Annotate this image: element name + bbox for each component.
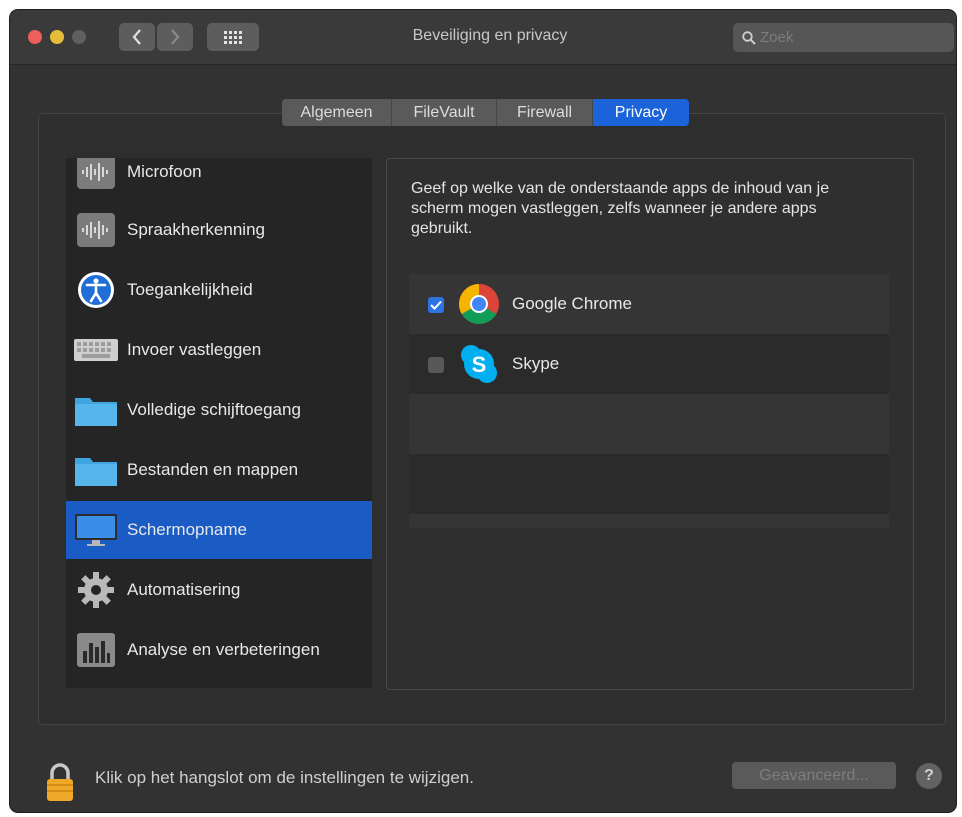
- sidebar-item-label: Invoer vastleggen: [127, 340, 262, 359]
- app-name: Skype: [512, 354, 560, 373]
- app-name: Google Chrome: [512, 294, 633, 313]
- folder-icon: [74, 448, 118, 492]
- svg-text:S: S: [472, 352, 487, 377]
- display-icon: [74, 508, 118, 552]
- show-all-button[interactable]: [207, 23, 259, 51]
- advanced-button[interactable]: Geavanceerd...: [732, 762, 896, 789]
- speech-recognition-icon: [74, 208, 118, 252]
- forward-button[interactable]: [157, 23, 193, 51]
- search-icon: [742, 30, 756, 45]
- tab-bar: Algemeen FileVault Firewall Privacy: [282, 99, 689, 126]
- sidebar-item-schermopname[interactable]: Schermopname: [66, 501, 372, 559]
- sidebar-item-label: Toegankelijkheid: [127, 280, 253, 299]
- chrome-icon: [457, 282, 501, 326]
- lock-instruction: Klik op het hangslot om de instellingen …: [95, 768, 474, 787]
- app-list[interactable]: Google Chrome S Skype: [409, 274, 889, 528]
- sidebar-item-automatisering[interactable]: Automatisering: [66, 561, 372, 619]
- chevron-left-icon: [132, 29, 141, 45]
- gear-icon: [74, 568, 118, 612]
- lock-icon[interactable]: [45, 762, 75, 807]
- sidebar-item-label: Analyse en verbeteringen: [127, 640, 320, 659]
- skype-checkbox[interactable]: [428, 357, 444, 373]
- empty-row: [409, 394, 889, 454]
- back-button[interactable]: [119, 23, 155, 51]
- chevron-right-icon: [171, 29, 180, 45]
- minimize-window-button[interactable]: [50, 30, 64, 44]
- sidebar-item-label: Bestanden en mappen: [127, 460, 299, 479]
- google-chrome-checkbox[interactable]: [428, 297, 444, 313]
- keyboard-icon: [74, 328, 118, 372]
- sidebar-item-label: Schermopname: [127, 520, 248, 539]
- title-bar: Beveiliging en privacy Zoek: [10, 10, 956, 65]
- sidebar-item-toegankelijkheid[interactable]: Toegankelijkheid: [66, 261, 372, 319]
- sidebar-item-label: Automatisering: [127, 580, 241, 599]
- sidebar-item-label: Spraakherkenning: [127, 220, 265, 239]
- folder-icon: [74, 388, 118, 432]
- tab-privacy[interactable]: Privacy: [593, 99, 689, 126]
- sidebar-item-invoer-vastleggen[interactable]: Invoer vastleggen: [66, 321, 372, 379]
- sidebar-item-label: Volledige schijftoegang: [127, 400, 301, 419]
- checkmark-icon: [430, 300, 442, 310]
- microphone-icon: [74, 158, 118, 194]
- description-text: Geef op welke van de onderstaande apps d…: [411, 180, 830, 237]
- preferences-window: Beveiliging en privacy Zoek Algemeen Fil…: [10, 10, 956, 812]
- analytics-icon: [74, 628, 118, 672]
- tab-filevault[interactable]: FileVault: [392, 99, 497, 126]
- window-title: Beveiliging en privacy: [412, 27, 568, 44]
- grid-icon: [224, 31, 242, 44]
- app-row-google-chrome[interactable]: Google Chrome: [409, 274, 889, 334]
- skype-icon: S: [457, 342, 501, 386]
- sidebar-item-microfoon[interactable]: Microfoon: [66, 158, 372, 201]
- accessibility-icon: [74, 268, 118, 312]
- sidebar-item-label: Microfoon: [127, 162, 202, 181]
- privacy-category-list[interactable]: Microfoon Spraakherkenning Toegankelijkh…: [66, 158, 372, 688]
- tab-algemeen[interactable]: Algemeen: [282, 99, 392, 126]
- zoom-window-button[interactable]: [72, 30, 86, 44]
- tab-firewall[interactable]: Firewall: [497, 99, 593, 126]
- search-field[interactable]: Zoek: [733, 23, 954, 52]
- close-window-button[interactable]: [28, 30, 42, 44]
- empty-row: [409, 514, 889, 528]
- sidebar-item-spraakherkenning[interactable]: Spraakherkenning: [66, 201, 372, 259]
- sidebar-item-analyse-en-verbeteringen[interactable]: Analyse en verbeteringen: [66, 621, 372, 679]
- sidebar-item-volledige-schijftoegang[interactable]: Volledige schijftoegang: [66, 381, 372, 439]
- sidebar-item-bestanden-en-mappen[interactable]: Bestanden en mappen: [66, 441, 372, 499]
- help-button[interactable]: ?: [916, 763, 942, 789]
- empty-row: [409, 454, 889, 514]
- detail-pane: Geef op welke van de onderstaande apps d…: [386, 158, 914, 690]
- app-row-skype[interactable]: S Skype: [409, 334, 889, 394]
- search-placeholder: Zoek: [760, 29, 794, 46]
